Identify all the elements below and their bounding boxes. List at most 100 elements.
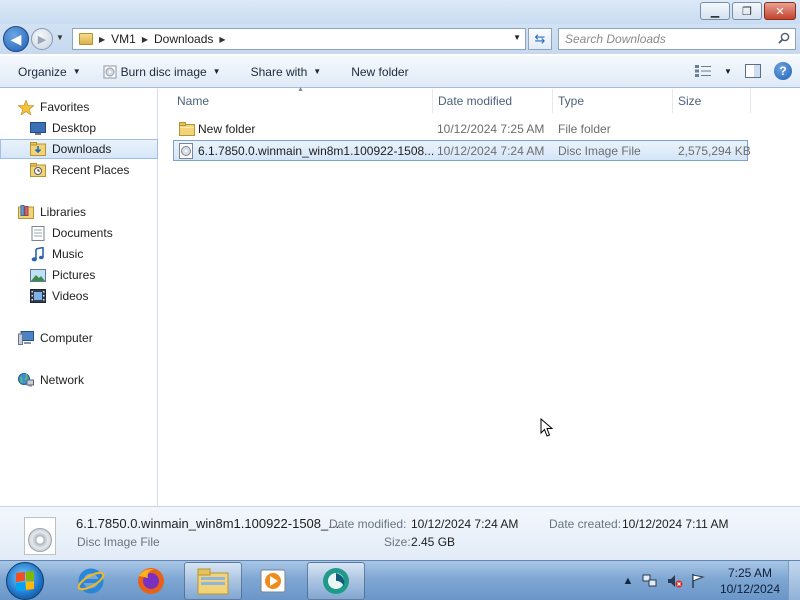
sidebar-item-pictures[interactable]: Pictures [0,265,158,285]
taskbar-firefox[interactable] [122,562,180,600]
new-folder-button[interactable]: New folder [345,60,414,84]
recent-pages-dropdown[interactable]: ▼ [56,33,64,42]
sidebar-label-desktop: Desktop [52,121,97,135]
action-center-flag-icon[interactable] [690,573,706,589]
taskbar-app[interactable] [307,562,365,600]
media-player-icon [260,569,286,593]
show-hidden-icons-icon[interactable]: ▲ [620,573,636,589]
start-button[interactable] [6,562,44,600]
navigation-pane: Favorites Desktop Downloads Recent Place… [0,89,158,506]
sidebar-label-libraries: Libraries [40,205,87,219]
restore-button[interactable]: ❐ [732,2,762,20]
desktop-icon [30,121,46,135]
help-icon: ? [774,62,792,80]
file-size: 2,575,294 KB [678,144,750,158]
recent-places-icon [30,163,46,177]
refresh-button[interactable]: ⇆ [528,28,552,50]
taskbar: ▲ 7:25 AM 10/12/2024 [0,560,800,600]
taskbar-media-player[interactable] [244,562,302,600]
disc-image-icon [103,65,117,78]
details-view-icon [695,65,711,77]
sidebar-item-desktop[interactable]: Desktop [0,118,158,138]
details-date-modified-value: 10/12/2024 7:24 AM [411,517,519,531]
clock-date: 10/12/2024 [719,582,780,596]
back-button[interactable]: ◀ [3,26,29,52]
taskbar-windows-explorer[interactable] [184,562,242,600]
file-date-modified: 10/12/2024 7:25 AM [437,122,545,136]
videos-icon [30,289,46,303]
file-type: File folder [558,122,611,136]
view-options-dropdown[interactable]: ▼ [722,60,734,82]
details-file-name: 6.1.7850.0.winmain_win8m1.100922-1508_..… [76,516,340,531]
share-with-button[interactable]: Share with ▼ [245,60,328,84]
details-date-created-value: 10/12/2024 7:11 AM [622,517,729,531]
sidebar-group-libraries[interactable]: Libraries [0,202,158,222]
sidebar-label-documents: Documents [52,226,113,240]
pictures-icon [30,268,46,282]
breadcrumb-downloads[interactable]: Downloads [154,32,213,46]
breadcrumb-separator-icon[interactable]: ▶ [142,35,148,44]
sidebar-group-favorites[interactable]: Favorites [0,97,158,117]
preview-pane-button[interactable] [742,60,764,82]
breadcrumb-vm1[interactable]: VM1 [111,32,136,46]
file-size [678,119,750,140]
sidebar-label-pictures: Pictures [52,268,96,282]
sidebar-item-downloads[interactable]: Downloads [0,139,158,159]
taskbar-internet-explorer[interactable] [62,562,120,600]
back-arrow-icon: ◀ [10,30,22,47]
close-button[interactable]: ✕ [764,2,796,20]
show-desktop-button[interactable] [788,561,800,600]
address-bar[interactable]: ▶ VM1 ▶ Downloads ▶ ▼ [72,28,526,50]
burn-disc-image-button[interactable]: Burn disc image ▼ [97,60,227,84]
internet-explorer-icon [77,568,105,594]
sidebar-item-recent-places[interactable]: Recent Places [0,160,158,180]
sidebar-group-network[interactable]: Network [0,370,158,390]
forward-button[interactable]: ▶ [31,28,53,50]
sidebar-label-network: Network [40,373,85,387]
chevron-down-icon: ▼ [72,67,81,76]
sidebar-item-videos[interactable]: Videos [0,286,158,306]
column-header-size[interactable]: Size [673,89,751,113]
refresh-icon: ⇆ [534,31,546,46]
column-header-row: ▲ Name Date modified Type Size [159,86,800,113]
sidebar-label-favorites: Favorites [40,100,90,114]
minimize-button[interactable]: ▁ [700,2,730,20]
chevron-down-icon: ▼ [313,67,322,76]
breadcrumb-separator-icon[interactable]: ▶ [99,35,105,44]
sidebar-item-documents[interactable]: Documents [0,223,158,243]
burn-disc-image-label: Burn disc image [120,64,207,79]
column-header-type[interactable]: Type [553,89,673,113]
breadcrumb-separator-icon[interactable]: ▶ [219,35,225,44]
details-size-label: Size: [384,535,411,549]
address-history-dropdown[interactable]: ▼ [513,33,521,42]
help-button[interactable]: ? [772,60,794,82]
sidebar-label-music: Music [52,247,84,261]
window-controls: ▁ ❐ ✕ [700,2,796,20]
column-header-name[interactable]: Name [159,89,433,113]
network-status-icon[interactable] [642,573,658,589]
forward-arrow-icon: ▶ [37,33,47,46]
search-box [558,28,796,50]
search-icon[interactable] [778,32,790,44]
file-row-disc-image[interactable]: 6.1.7850.0.winmain_win8m1.100922-1508...… [173,140,750,161]
volume-muted-icon[interactable] [667,573,683,589]
sidebar-label-recent-places: Recent Places [52,163,130,177]
change-view-button[interactable] [692,60,714,82]
file-row-new-folder[interactable]: New folder 10/12/2024 7:25 AM File folde… [173,119,748,140]
sidebar-item-music[interactable]: Music [0,244,158,264]
search-input[interactable] [559,29,769,49]
computer-icon [18,331,34,345]
sidebar-group-computer[interactable]: Computer [0,328,158,348]
minimize-icon: ▁ [710,5,720,18]
column-type-label: Type [558,94,585,108]
windows-logo-icon [16,571,34,591]
libraries-icon [18,205,34,219]
preview-pane-icon [745,64,761,78]
mouse-cursor-icon [540,418,554,437]
downloads-folder-icon [30,142,46,156]
system-clock[interactable]: 7:25 AM 10/12/2024 [720,565,780,597]
chevron-down-icon: ▼ [724,66,732,76]
organize-label: Organize [18,64,67,79]
column-header-date-modified[interactable]: Date modified [433,89,553,113]
organize-button[interactable]: Organize ▼ [12,60,87,84]
